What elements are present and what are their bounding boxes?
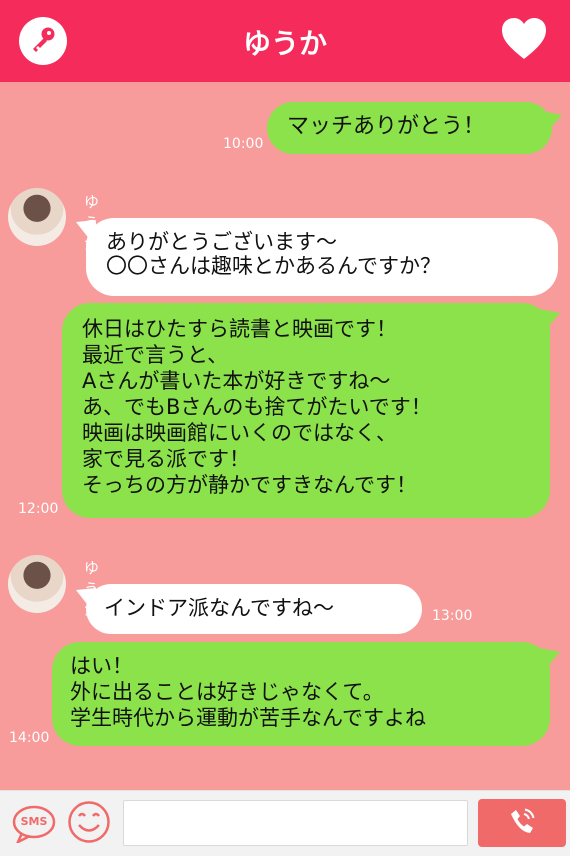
call-button[interactable] xyxy=(478,799,566,847)
message-time: 10:00 xyxy=(223,136,264,152)
message-bubble: ありがとうございます〜 〇〇さんは趣味とかあるんですか？ xyxy=(86,218,558,296)
sms-label: SMS xyxy=(20,815,48,828)
message-bubble: マッチありがとう！ xyxy=(267,102,552,154)
message-bubble: インドア派なんですね〜 xyxy=(86,584,422,634)
bubble-tail xyxy=(540,309,560,329)
favorite-button[interactable] xyxy=(500,16,548,64)
message-input[interactable] xyxy=(123,800,468,846)
avatar[interactable] xyxy=(8,555,66,613)
message-time: 14:00 xyxy=(9,730,50,746)
chat-title: ゆうか xyxy=(242,27,327,60)
bubble-tail xyxy=(542,111,562,131)
message-time: 12:00 xyxy=(18,501,59,517)
phone-icon xyxy=(507,806,537,840)
sms-icon: SMS xyxy=(12,805,56,843)
avatar[interactable] xyxy=(8,188,66,246)
message-bubble: はい！ 外に出ることは好きじゃなくて。 学生時代から運動が苦手なんですよね xyxy=(52,642,550,746)
sms-button[interactable]: SMS xyxy=(8,801,60,847)
app-header: ゆうか xyxy=(0,0,570,82)
smiley-icon xyxy=(67,800,111,848)
heart-icon xyxy=(500,18,548,66)
message-bubble: 休日はひたすら読書と映画です！ 最近で言うと、 Aさんが書いた本が好きですね〜 … xyxy=(62,303,550,518)
emoji-button[interactable] xyxy=(63,801,115,847)
bubble-tail xyxy=(540,648,560,668)
message-composer: SMS xyxy=(0,790,570,856)
message-time: 13:00 xyxy=(432,608,473,624)
